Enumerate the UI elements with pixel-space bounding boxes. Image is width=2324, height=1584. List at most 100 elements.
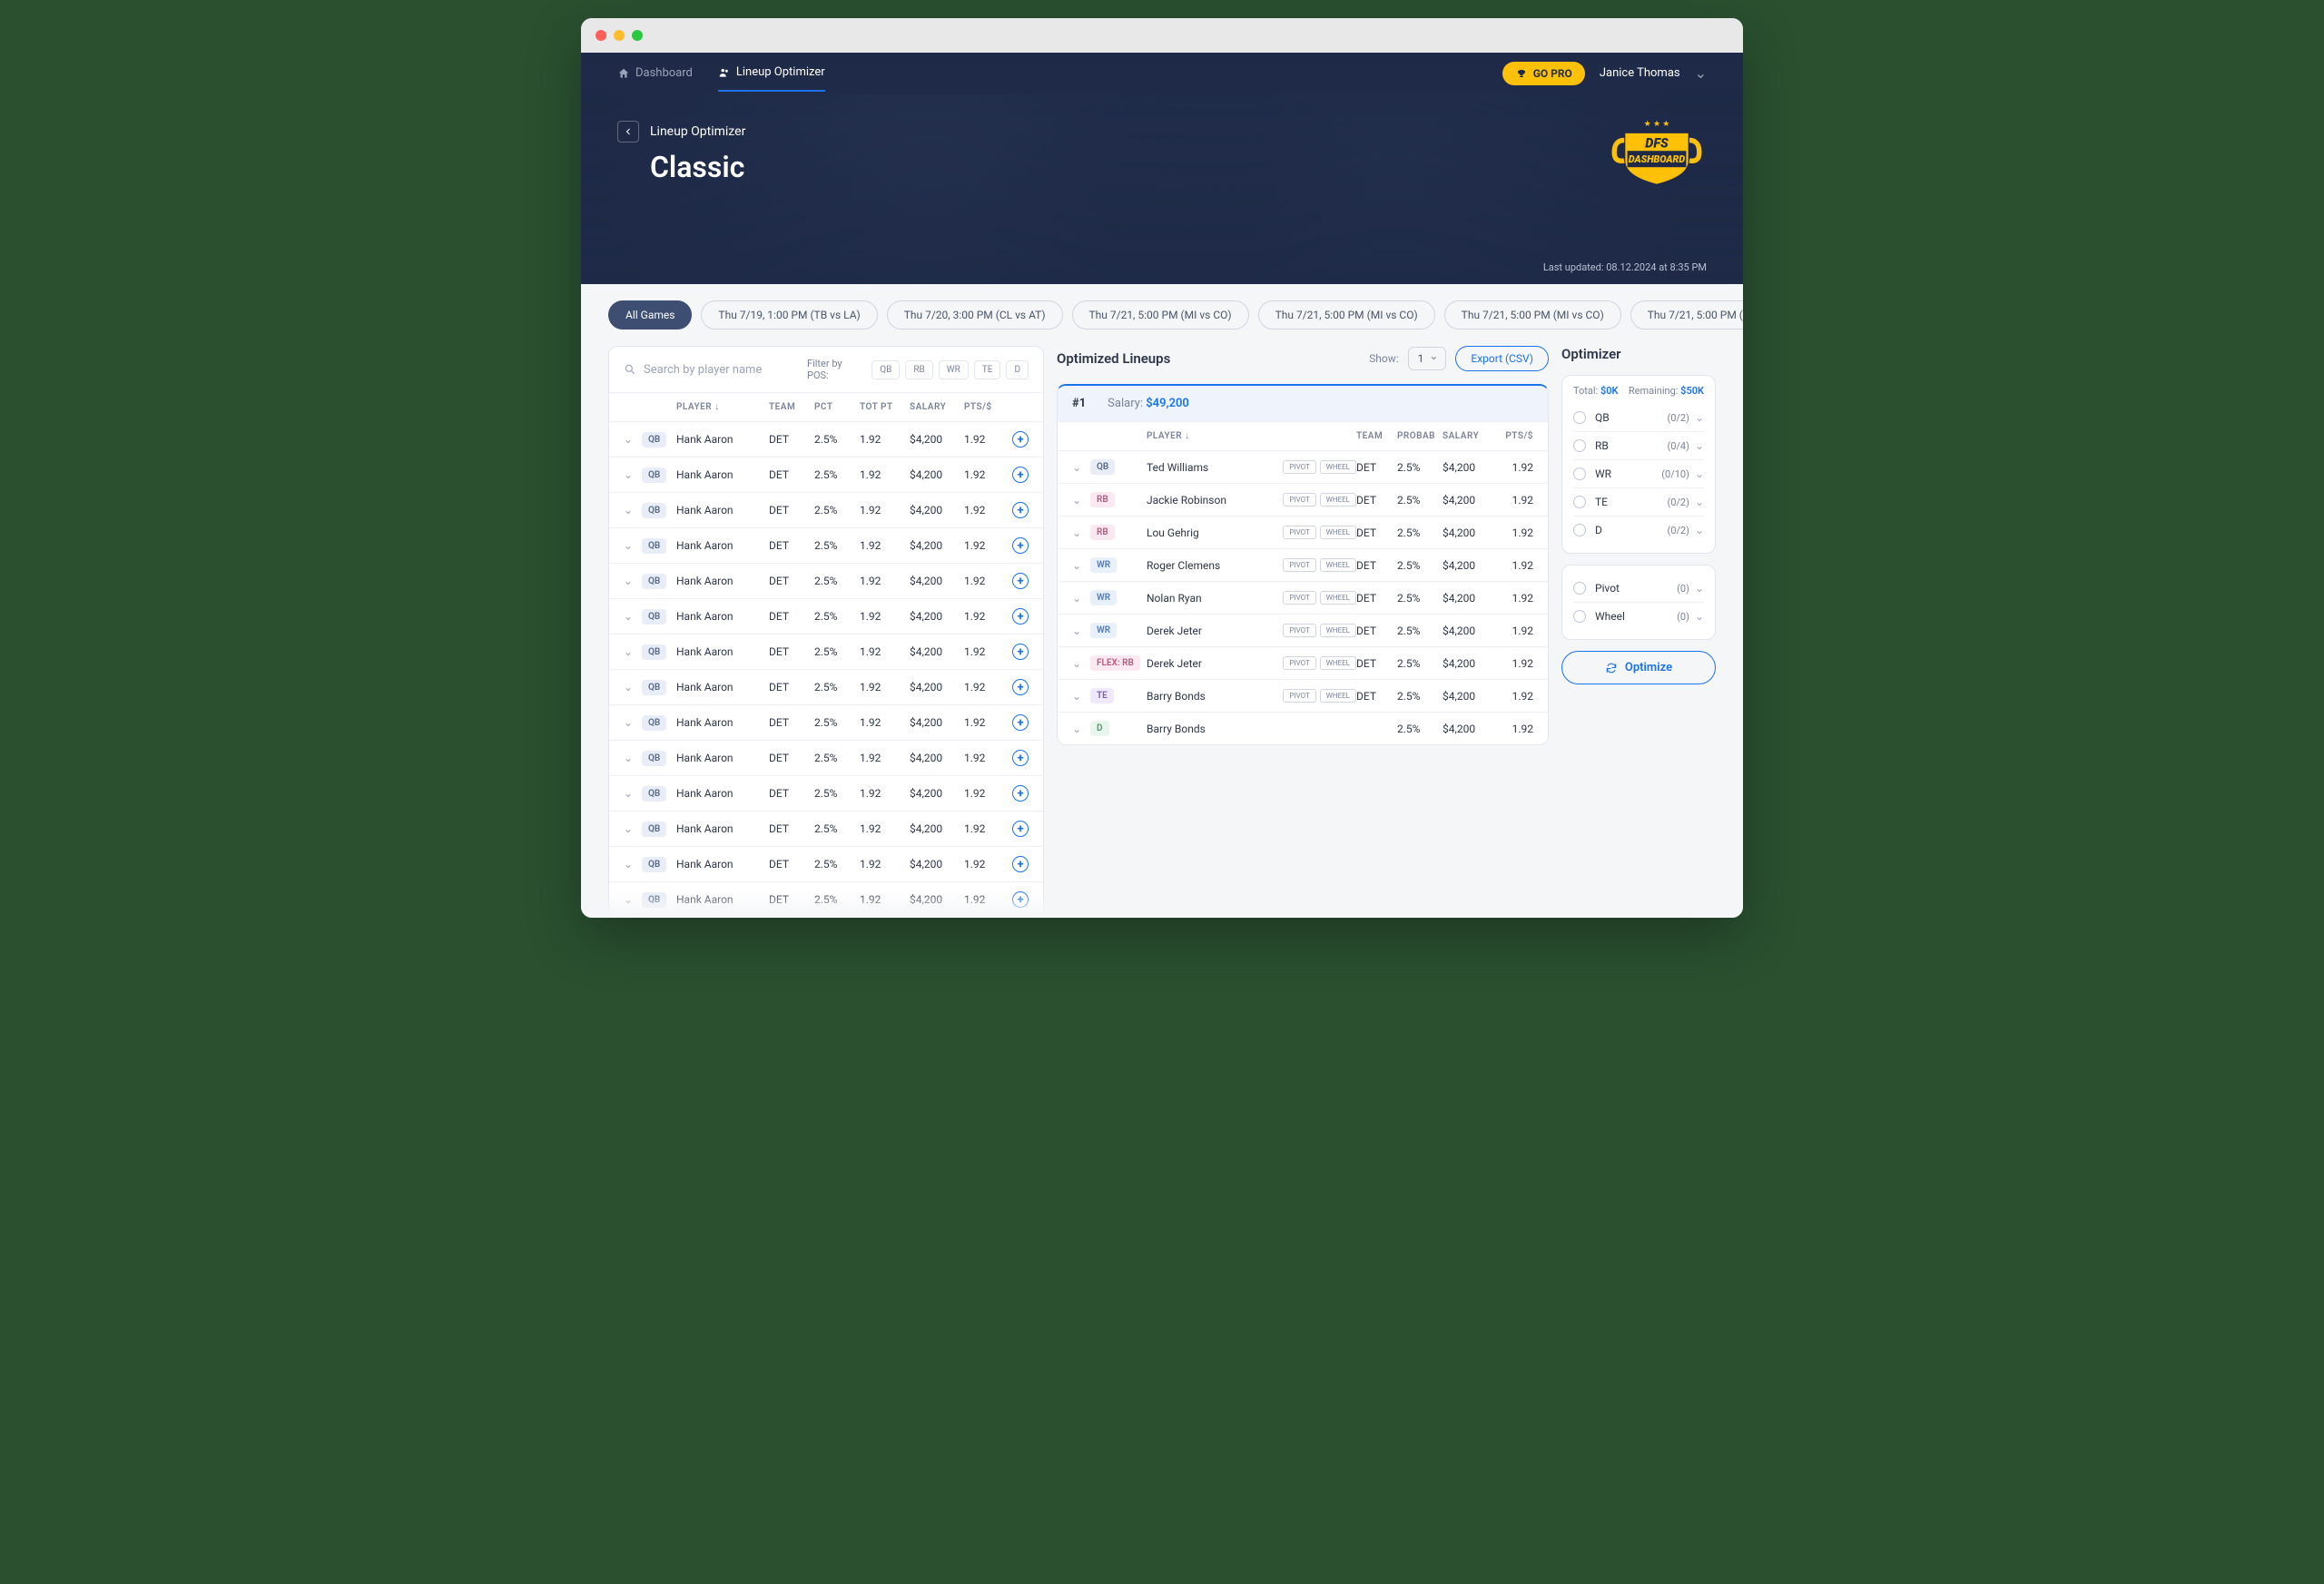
optimizer-panel: Optimizer Total: $0K Remaining: $50K QB … [1561, 346, 1716, 684]
close-window-icon[interactable] [596, 30, 606, 41]
expand-row-toggle[interactable]: ⌄ [624, 468, 642, 481]
player-name: Hank Aaron [676, 539, 769, 552]
add-player-button[interactable]: + [1012, 608, 1029, 625]
position-badge: WR [1090, 590, 1117, 605]
minimize-window-icon[interactable] [614, 30, 625, 41]
add-player-button[interactable]: + [1012, 821, 1029, 837]
game-pill[interactable]: Thu 7/21, 5:00 PM (MI vs CO) [1630, 300, 1743, 330]
expand-row-toggle[interactable]: ⌄ [1072, 723, 1090, 735]
game-pill[interactable]: All Games [608, 300, 692, 330]
add-player-button[interactable]: + [1012, 431, 1029, 448]
position-badge: WR [1090, 623, 1117, 638]
optimizer-slot[interactable]: WR (0/10) ⌄ [1573, 459, 1704, 487]
expand-row-toggle[interactable]: ⌄ [624, 893, 642, 906]
expand-row-toggle[interactable]: ⌄ [624, 645, 642, 658]
back-button[interactable] [617, 121, 639, 143]
go-pro-label: GO PRO [1533, 67, 1572, 80]
search-icon [624, 363, 636, 376]
add-player-button[interactable]: + [1012, 856, 1029, 872]
expand-row-toggle[interactable]: ⌄ [624, 681, 642, 694]
col-player[interactable]: PLAYER [676, 402, 712, 412]
expand-row-toggle[interactable]: ⌄ [1072, 690, 1090, 703]
optimizer-title: Optimizer [1561, 346, 1716, 362]
game-pill[interactable]: Thu 7/21, 5:00 PM (MI vs CO) [1072, 300, 1249, 330]
lcol-team[interactable]: TEAM [1356, 431, 1397, 441]
lineup-pts: 1.92 [1497, 461, 1533, 474]
maximize-window-icon[interactable] [632, 30, 643, 41]
nav-lineup-optimizer[interactable]: Lineup Optimizer [718, 65, 825, 92]
game-pill[interactable]: Thu 7/21, 5:00 PM (MI vs CO) [1444, 300, 1621, 330]
slot-count: (0/4) [1667, 440, 1689, 452]
game-pill[interactable]: Thu 7/21, 5:00 PM (MI vs CO) [1258, 300, 1435, 330]
player-salary: $4,200 [910, 681, 964, 694]
expand-row-toggle[interactable]: ⌄ [624, 610, 642, 623]
lcol-salary[interactable]: SALARY [1443, 431, 1497, 441]
add-player-button[interactable]: + [1012, 679, 1029, 695]
col-pts[interactable]: PTS/$ [964, 402, 1005, 412]
expand-row-toggle[interactable]: ⌄ [1072, 461, 1090, 474]
optimizer-slot[interactable]: Pivot (0) ⌄ [1573, 575, 1704, 602]
user-menu-toggle[interactable]: ⌄ [1695, 64, 1707, 82]
export-csv-button[interactable]: Export (CSV) [1455, 346, 1549, 371]
optimize-button[interactable]: Optimize [1561, 651, 1716, 684]
optimizer-slot[interactable]: D (0/2) ⌄ [1573, 516, 1704, 544]
trophy-icon [1515, 67, 1528, 80]
expand-row-toggle[interactable]: ⌄ [624, 575, 642, 587]
player-team: DET [769, 858, 814, 871]
pos-filter-qb[interactable]: QB [872, 360, 900, 379]
add-player-button[interactable]: + [1012, 750, 1029, 766]
pos-filter-rb[interactable]: RB [905, 360, 932, 379]
add-player-button[interactable]: + [1012, 891, 1029, 908]
expand-row-toggle[interactable]: ⌄ [624, 858, 642, 871]
player-pct: 2.5% [814, 681, 860, 694]
expand-row-toggle[interactable]: ⌄ [1072, 559, 1090, 572]
add-player-button[interactable]: + [1012, 502, 1029, 518]
expand-row-toggle[interactable]: ⌄ [624, 504, 642, 517]
expand-row-toggle[interactable]: ⌄ [1072, 526, 1090, 539]
pos-filter-wr[interactable]: WR [939, 360, 969, 379]
add-player-button[interactable]: + [1012, 644, 1029, 660]
position-badge: QB [642, 892, 666, 908]
expand-row-toggle[interactable]: ⌄ [1072, 592, 1090, 605]
expand-row-toggle[interactable]: ⌄ [624, 539, 642, 552]
nav-dashboard[interactable]: Dashboard [617, 66, 693, 91]
expand-row-toggle[interactable]: ⌄ [624, 822, 642, 835]
expand-row-toggle[interactable]: ⌄ [1072, 625, 1090, 637]
optimizer-slot[interactable]: QB (0/2) ⌄ [1573, 404, 1704, 431]
optimizer-slot[interactable]: RB (0/4) ⌄ [1573, 431, 1704, 459]
search-input[interactable] [644, 363, 794, 377]
go-pro-button[interactable]: GO PRO [1502, 62, 1585, 85]
expand-row-toggle[interactable]: ⌄ [1072, 657, 1090, 670]
game-pill[interactable]: Thu 7/19, 1:00 PM (TB vs LA) [701, 300, 877, 330]
logo-badge: DFS DASHBOARD ★ ★ ★ [1607, 112, 1707, 193]
lineup-player-name: Ted Williams [1147, 461, 1269, 474]
expand-row-toggle[interactable]: ⌄ [624, 752, 642, 764]
lcol-probab[interactable]: PROBAB [1397, 431, 1443, 441]
player-name: Hank Aaron [676, 716, 769, 729]
add-player-button[interactable]: + [1012, 714, 1029, 731]
add-player-button[interactable]: + [1012, 573, 1029, 589]
add-player-button[interactable]: + [1012, 785, 1029, 802]
lcol-pts[interactable]: PTS/$ [1497, 431, 1533, 441]
lcol-player[interactable]: PLAYER [1147, 431, 1182, 441]
add-player-button[interactable]: + [1012, 467, 1029, 483]
add-player-button[interactable]: + [1012, 537, 1029, 554]
col-salary[interactable]: SALARY [910, 402, 964, 412]
expand-row-toggle[interactable]: ⌄ [1072, 494, 1090, 507]
optimizer-slot[interactable]: TE (0/2) ⌄ [1573, 487, 1704, 516]
col-pct[interactable]: PCT [814, 402, 860, 412]
expand-row-toggle[interactable]: ⌄ [624, 433, 642, 446]
pos-filter-d[interactable]: D [1006, 360, 1029, 379]
table-row: ⌄ QB Hank Aaron DET 2.5% 1.92 $4,200 1.9… [609, 457, 1043, 492]
col-team[interactable]: TEAM [769, 402, 814, 412]
pos-filter-te[interactable]: TE [974, 360, 1001, 379]
col-totpt[interactable]: TOT PT [860, 402, 910, 412]
expand-row-toggle[interactable]: ⌄ [624, 716, 642, 729]
lineup-prob: 2.5% [1397, 494, 1443, 507]
game-pill[interactable]: Thu 7/20, 3:00 PM (CL vs AT) [887, 300, 1063, 330]
position-badge: QB [642, 432, 666, 448]
optimizer-slot[interactable]: Wheel (0) ⌄ [1573, 602, 1704, 630]
expand-row-toggle[interactable]: ⌄ [624, 787, 642, 800]
show-select[interactable]: 1 [1408, 347, 1447, 370]
pivot-tag: PIVOT [1283, 591, 1315, 605]
